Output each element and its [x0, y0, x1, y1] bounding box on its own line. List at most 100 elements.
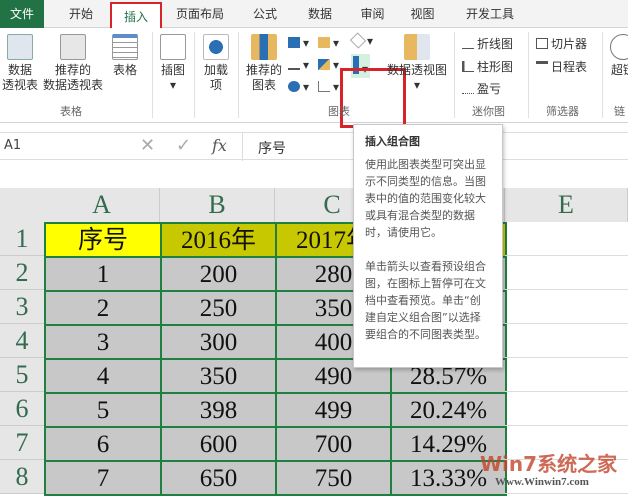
- tooltip-title: 插入组合图: [365, 135, 420, 148]
- cell[interactable]: 250: [160, 290, 277, 326]
- slicer-icon: [536, 38, 548, 49]
- table-icon: [112, 34, 138, 60]
- watermark-logo: Win7系统之家: [480, 452, 618, 476]
- pivotchart-button[interactable]: 数据透视图 ▾: [386, 34, 448, 93]
- recommended-chart-icon: [251, 34, 277, 60]
- pie-chart-button[interactable]: ▾: [288, 80, 309, 94]
- column-chart-icon: [288, 37, 300, 48]
- sparkline-column-button[interactable]: 柱形图: [462, 58, 513, 75]
- column-header-B[interactable]: B: [160, 188, 275, 222]
- pie-chart-icon: [288, 81, 300, 92]
- tooltip-paragraph-2: 单击箭头以查看预设组合图，在图标上暂停可在文档中查看预览。单击“创建自定义组合图…: [365, 260, 486, 341]
- tab-home[interactable]: 开始: [56, 0, 106, 28]
- insert-function-icon[interactable]: fx: [212, 136, 227, 155]
- recommended-charts-button[interactable]: 推荐的 图表: [244, 34, 284, 93]
- cell-empty[interactable]: [505, 222, 628, 256]
- line-chart-icon: [288, 59, 300, 70]
- cell-empty[interactable]: [505, 392, 628, 426]
- slicer-button[interactable]: 切片器: [536, 35, 587, 52]
- tab-data[interactable]: 数据: [295, 0, 345, 28]
- bar-chart-icon: [318, 37, 330, 48]
- addins-button[interactable]: 加载 项: [198, 34, 234, 93]
- cell[interactable]: 3: [44, 324, 162, 360]
- watermark-url: Www.Winwin7.com: [495, 476, 589, 488]
- cell[interactable]: 600: [160, 426, 277, 462]
- pivotchart-icon: [404, 34, 430, 60]
- shapes-icon: [160, 34, 186, 60]
- row-header-3[interactable]: 3: [0, 290, 44, 324]
- tab-formulas[interactable]: 公式: [240, 0, 290, 28]
- row-header-8[interactable]: 8: [0, 460, 44, 494]
- sparkline-winloss-icon: [462, 83, 474, 94]
- scatter-chart-icon: [318, 81, 330, 92]
- cell-empty[interactable]: [505, 256, 628, 290]
- row-header-2[interactable]: 2: [0, 256, 44, 290]
- row-header-6[interactable]: 6: [0, 392, 44, 426]
- group-label-sparklines: 迷你图: [472, 105, 505, 118]
- area-chart-icon: [318, 59, 330, 70]
- combo-chart-tooltip: 插入组合图 使用此图表类型可突出显示不同类型的信息。当图表中的值的范围变化较大或…: [353, 124, 503, 368]
- ribbon-tabs: 文件 开始 插入 页面布局 公式 数据 审阅 视图 开发工具: [0, 0, 628, 32]
- cell[interactable]: 200: [160, 256, 277, 292]
- cell[interactable]: 300: [160, 324, 277, 360]
- cell[interactable]: 499: [275, 392, 392, 428]
- select-all[interactable]: [0, 188, 44, 222]
- pivottable-button[interactable]: 数据 透视表: [2, 34, 38, 93]
- cell[interactable]: 4: [44, 358, 162, 394]
- store-icon: [203, 34, 229, 60]
- tab-page-layout[interactable]: 页面布局: [170, 0, 230, 28]
- cell[interactable]: 5: [44, 392, 162, 428]
- cell[interactable]: 1: [44, 256, 162, 292]
- tooltip-paragraph-1: 使用此图表类型可突出显示不同类型的信息。当图表中的值的范围变化较大或具有混合类型…: [365, 158, 486, 239]
- cell[interactable]: 20.24%: [390, 392, 507, 428]
- cell[interactable]: 700: [275, 426, 392, 462]
- scatter-chart-button[interactable]: ▾: [318, 80, 339, 94]
- area-chart-button[interactable]: ▾: [318, 58, 339, 72]
- column-chart-button[interactable]: ▾: [288, 36, 309, 50]
- recommended-pivottable-button[interactable]: 推荐的 数据透视表: [40, 34, 106, 93]
- cell[interactable]: 序号: [44, 222, 162, 258]
- cell[interactable]: 2: [44, 290, 162, 326]
- cell[interactable]: 650: [160, 460, 277, 496]
- row-header-1[interactable]: 1: [0, 222, 44, 256]
- tab-file[interactable]: 文件: [0, 0, 44, 28]
- enter-icon[interactable]: ✓: [176, 135, 191, 156]
- radar-chart-button[interactable]: ▾: [349, 32, 373, 49]
- cancel-icon[interactable]: ✕: [140, 135, 155, 156]
- cell[interactable]: 750: [275, 460, 392, 496]
- recommended-pivot-icon: [60, 34, 86, 60]
- cell-empty[interactable]: [505, 290, 628, 324]
- line-chart-button[interactable]: ▾: [288, 58, 309, 72]
- cell[interactable]: 398: [160, 392, 277, 428]
- table-button[interactable]: 表格: [108, 34, 142, 78]
- formula-input[interactable]: 序号: [258, 138, 286, 158]
- radar-chart-icon: [349, 32, 367, 49]
- cell[interactable]: 7: [44, 460, 162, 496]
- sparkline-winloss-button[interactable]: 盈亏: [462, 80, 501, 97]
- sparkline-line-icon: [462, 38, 474, 49]
- cell-empty[interactable]: [505, 358, 628, 392]
- name-box[interactable]: A1: [4, 138, 21, 153]
- cell-empty[interactable]: [505, 324, 628, 358]
- tab-developer[interactable]: 开发工具: [455, 0, 525, 28]
- timeline-button[interactable]: 日程表: [536, 58, 587, 75]
- sparkline-column-icon: [462, 61, 474, 72]
- cell[interactable]: 350: [160, 358, 277, 394]
- column-header-E[interactable]: E: [505, 188, 628, 222]
- row-header-4[interactable]: 4: [0, 324, 44, 358]
- hyperlink-button[interactable]: 超链: [608, 34, 628, 78]
- bar-chart-button[interactable]: ▾: [318, 36, 339, 50]
- globe-icon: [610, 34, 628, 60]
- tab-review[interactable]: 审阅: [350, 0, 395, 28]
- row-header-7[interactable]: 7: [0, 426, 44, 460]
- column-header-A[interactable]: A: [44, 188, 160, 222]
- tab-view[interactable]: 视图: [400, 0, 445, 28]
- ribbon: 数据 透视表 推荐的 数据透视表 表格 表格 插图 ▾ 加载 项 推荐的 图表 ▾…: [0, 28, 628, 128]
- sparkline-line-button[interactable]: 折线图: [462, 35, 513, 52]
- illustrations-button[interactable]: 插图 ▾: [156, 34, 190, 93]
- cell[interactable]: 6: [44, 426, 162, 462]
- cell[interactable]: 2016年: [160, 222, 277, 258]
- row-header-5[interactable]: 5: [0, 358, 44, 392]
- group-label-filters: 筛选器: [546, 105, 579, 118]
- formula-bar: A1 ✕ ✓ fx 序号: [0, 132, 628, 161]
